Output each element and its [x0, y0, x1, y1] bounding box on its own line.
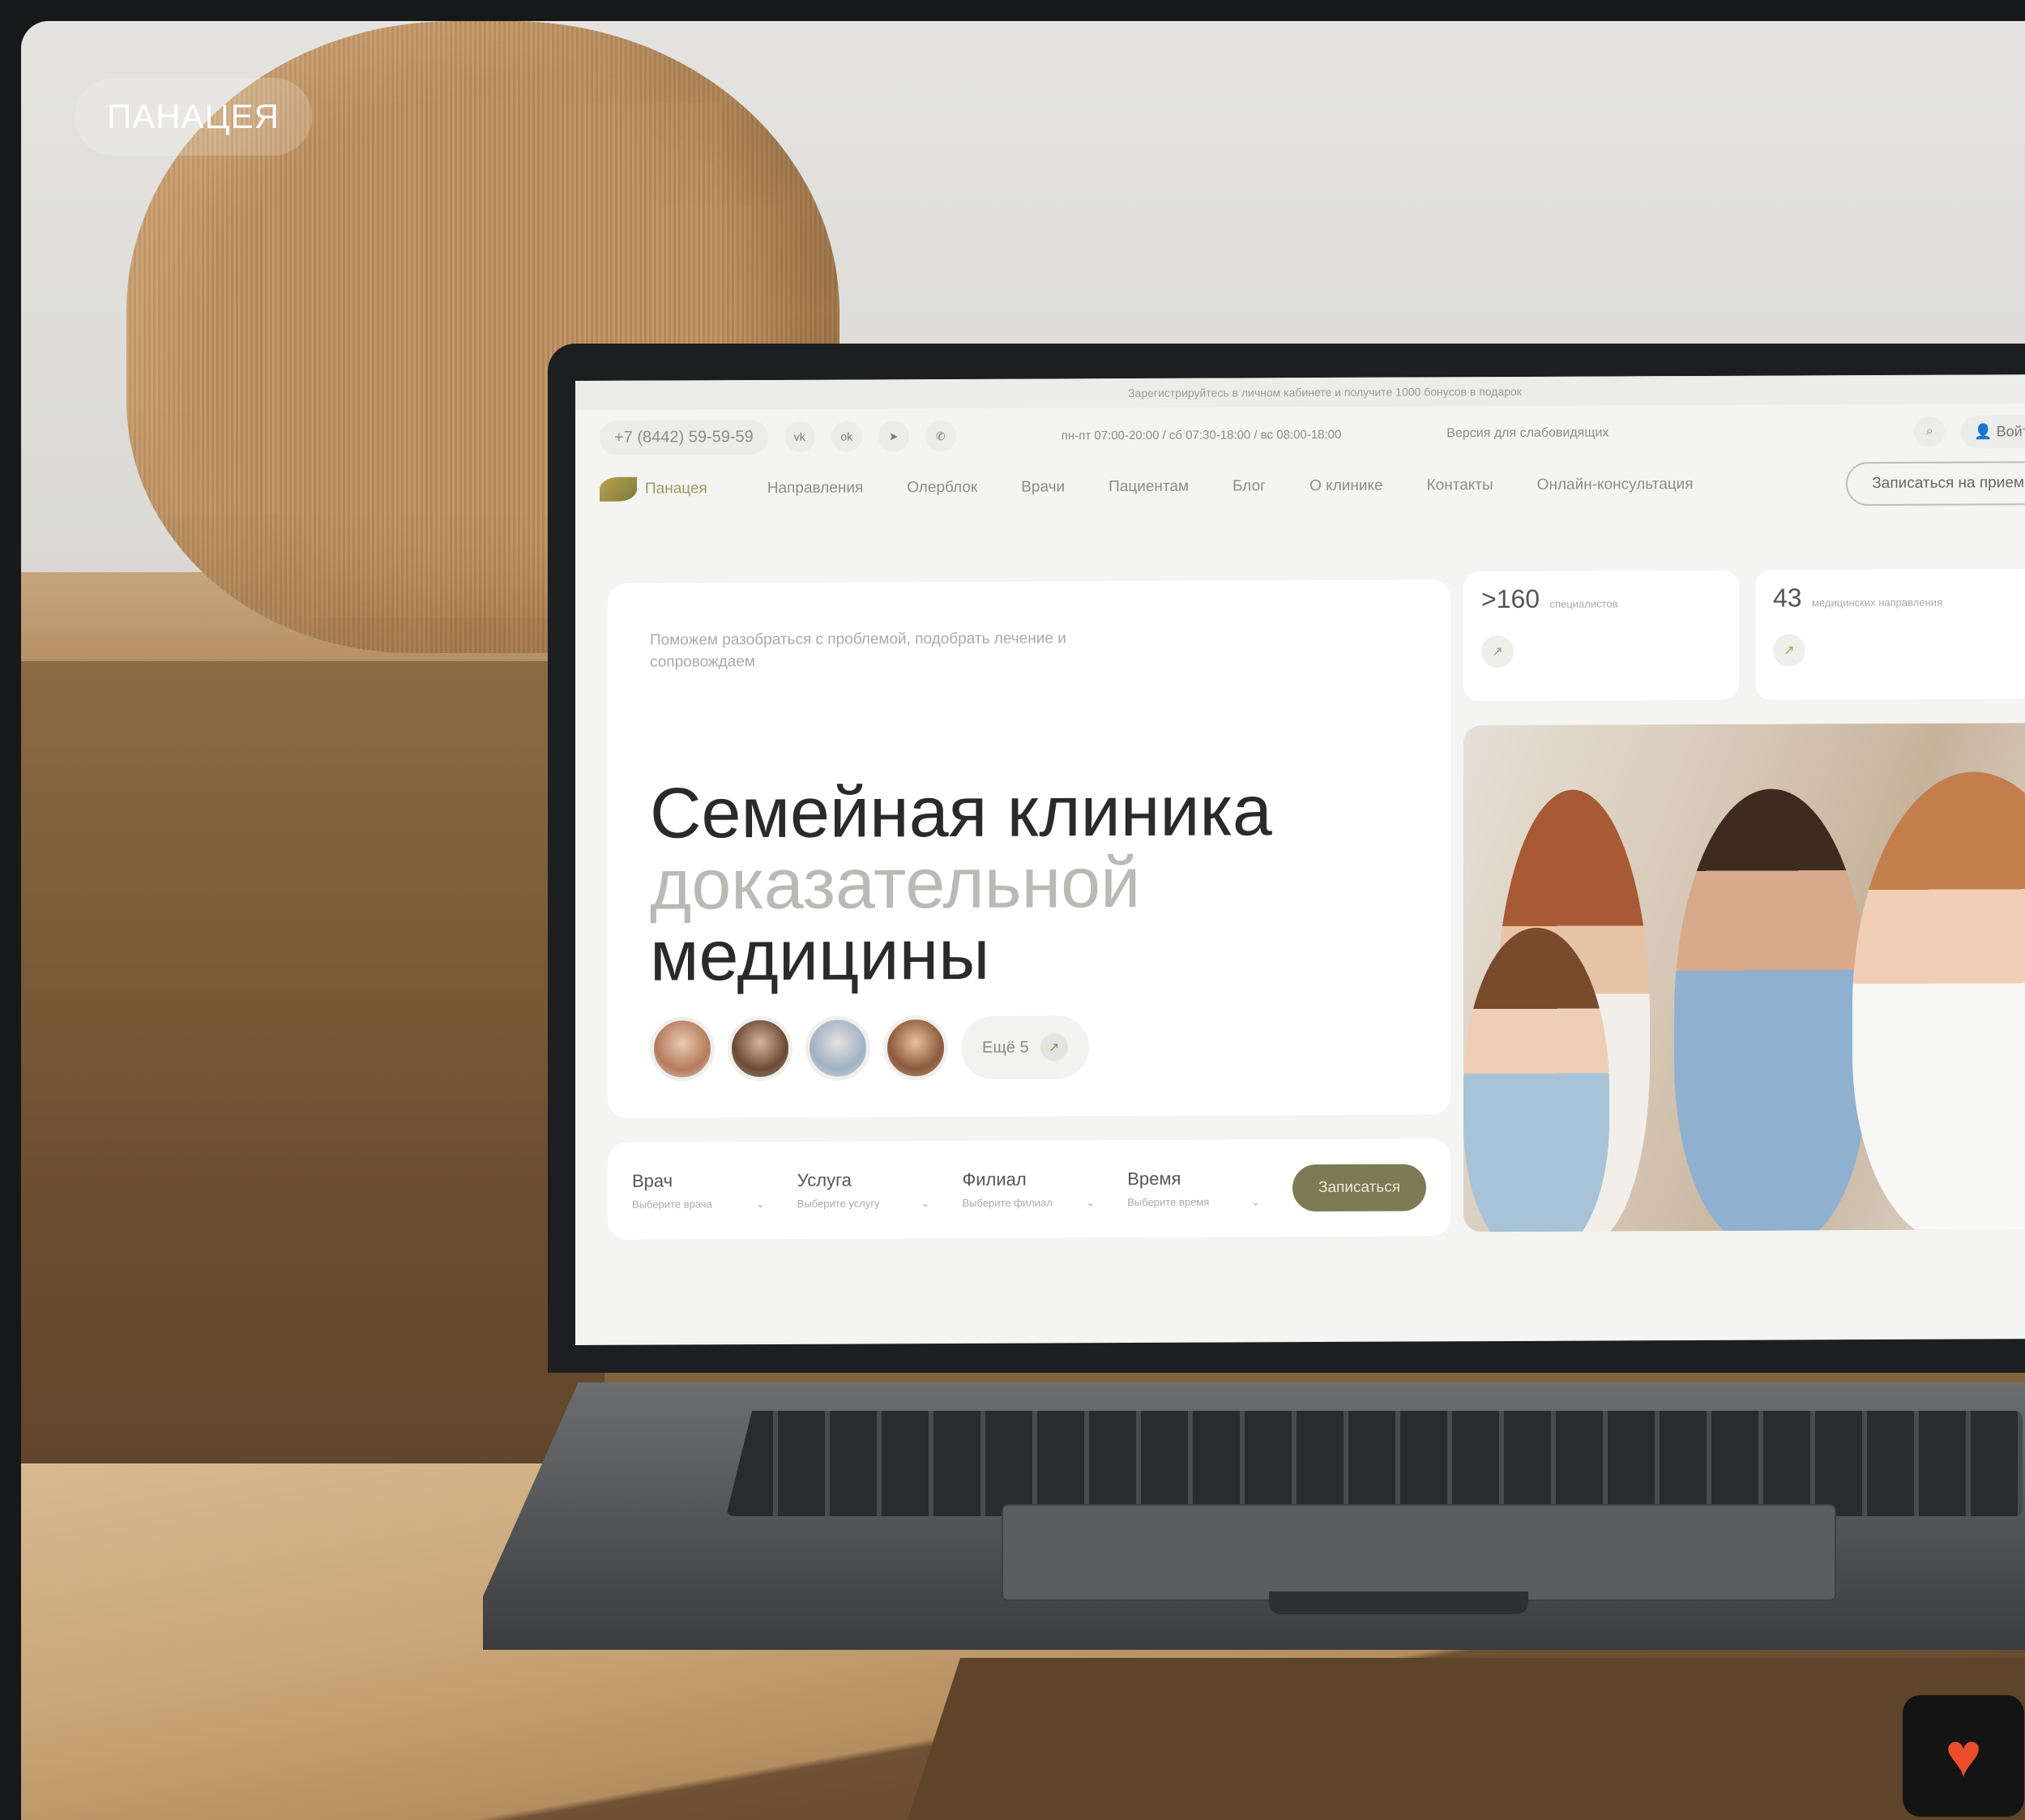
chevron-down-icon: ⌄ — [1086, 1196, 1096, 1209]
field-placeholder: Выберите врача — [632, 1198, 712, 1211]
search-icon[interactable]: ⌕ — [1914, 416, 1946, 447]
block-left — [21, 661, 605, 1536]
promo-text[interactable]: Зарегистрируйтесь в личном кабинете и по… — [1128, 385, 1522, 399]
accessibility-link[interactable]: Версия для слабовидящих — [1446, 425, 1608, 441]
stat-directions: 43 медицинских направления ↗ — [1755, 568, 2025, 700]
stat-number: 43 — [1773, 583, 1802, 613]
chevron-down-icon: ⌄ — [921, 1197, 930, 1210]
logo-text: Панацея — [645, 480, 707, 498]
site-logo[interactable]: Панацея — [600, 476, 707, 502]
whatsapp-icon[interactable]: ✆ — [925, 420, 956, 452]
nav-item-online[interactable]: Онлайн-консультация — [1537, 476, 1694, 494]
field-label: Филиал — [962, 1168, 1027, 1190]
booking-form: Врач Выберите врача ⌄ Услуга Выберите усл… — [608, 1139, 1450, 1240]
main-nav: Панацея Направления Олерблок Врачи Пацие… — [575, 459, 2025, 514]
hero-title: Семейная клиника доказательной медицины — [650, 770, 1272, 995]
hero-title-line3: медицины — [650, 913, 990, 996]
doctor-avatars: Ещё 5 ↗ — [650, 1015, 1089, 1082]
avatar[interactable] — [650, 1016, 715, 1082]
field-placeholder: Выберите филиал — [962, 1196, 1053, 1209]
telegram-icon[interactable]: ➤ — [878, 421, 909, 452]
avatar[interactable] — [728, 1015, 792, 1082]
vk-icon[interactable]: vk — [784, 421, 815, 452]
favorite-button[interactable]: ♥ — [1903, 1695, 2024, 1817]
stat-label: медицинских направления — [1812, 596, 1943, 609]
laptop-keyboard — [726, 1411, 2023, 1516]
hero-title-line2: доказательной — [650, 841, 1141, 925]
login-label: Войти — [1996, 422, 2025, 439]
hero-card: Поможем разобраться с проблемой, подобра… — [608, 579, 1450, 1118]
page-root: ПАНАЦЕЯ Зарегистрируйтесь в личном кабин… — [0, 0, 2025, 1820]
nav-item-doctors[interactable]: Врачи — [1021, 478, 1065, 496]
showcase-card: ПАНАЦЕЯ Зарегистрируйтесь в личном кабин… — [21, 21, 2025, 1820]
field-label: Услуга — [797, 1169, 852, 1190]
avatar[interactable] — [805, 1015, 870, 1081]
logo-mark-icon — [600, 476, 637, 502]
doctor-select[interactable]: Врач Выберите врача ⌄ — [632, 1170, 765, 1211]
opening-hours: пн-пт 07:00-20:00 / сб 07:30-18:00 / вс … — [1061, 427, 1342, 442]
ok-icon[interactable]: ok — [831, 421, 862, 452]
appointment-button[interactable]: Записаться на прием — [1846, 461, 2025, 506]
chevron-down-icon: ⌄ — [755, 1198, 765, 1211]
nav-item-contacts[interactable]: Контакты — [1427, 476, 1493, 494]
family-doctor-photo — [1463, 722, 2025, 1233]
nav-item-directions[interactable]: Направления — [767, 479, 863, 498]
hero-subtitle: Поможем разобраться с проблемой, подобра… — [650, 630, 1066, 671]
field-placeholder: Выберите время — [1127, 1195, 1210, 1209]
laptop-screen: Зарегистрируйтесь в личном кабинете и по… — [575, 374, 2025, 1346]
heart-icon: ♥ — [1945, 1721, 1982, 1790]
time-select[interactable]: Время Выберите время ⌄ — [1127, 1168, 1260, 1209]
more-doctors-label: Ещё 5 — [982, 1038, 1029, 1057]
nav-item-about[interactable]: О клинике — [1309, 477, 1382, 495]
laptop-hinge — [1269, 1591, 1528, 1614]
field-label: Время — [1127, 1168, 1181, 1190]
avatar[interactable] — [883, 1015, 948, 1081]
nav-item-operblock[interactable]: Олерблок — [907, 479, 977, 497]
arrow-up-right-icon[interactable]: ↗ — [1481, 634, 1514, 669]
field-label: Врач — [632, 1170, 673, 1191]
stat-label: специалистов — [1549, 597, 1618, 610]
stat-number: >160 — [1481, 583, 1540, 614]
nav-item-patients[interactable]: Пациентам — [1109, 478, 1189, 496]
chevron-down-icon: ⌄ — [1251, 1195, 1260, 1208]
floor-front — [897, 1658, 2025, 1820]
stat-specialists: >160 специалистов ↗ — [1463, 570, 1739, 702]
nav-item-blog[interactable]: Блог — [1233, 477, 1266, 495]
book-button[interactable]: Записаться — [1292, 1164, 1426, 1212]
login-button[interactable]: 👤 Войти — [1961, 414, 2025, 449]
service-select[interactable]: Услуга Выберите услугу ⌄ — [797, 1169, 930, 1211]
arrow-up-right-icon: ↗ — [1040, 1033, 1068, 1062]
arrow-up-right-icon[interactable]: ↗ — [1773, 634, 1805, 667]
phone-link[interactable]: +7 (8442) 59-59-59 — [600, 419, 768, 455]
brand-label[interactable]: ПАНАЦЕЯ — [75, 78, 312, 156]
laptop-touchpad — [1002, 1504, 1836, 1601]
branch-select[interactable]: Филиал Выберите филиал ⌄ — [963, 1168, 1096, 1210]
field-placeholder: Выберите услугу — [797, 1197, 880, 1210]
more-doctors-button[interactable]: Ещё 5 ↗ — [961, 1015, 1089, 1079]
hero-title-line1: Семейная клиника — [650, 770, 1272, 853]
site-header: +7 (8442) 59-59-59 vk ok ➤ ✆ пн-пт 07:00… — [575, 404, 2025, 465]
